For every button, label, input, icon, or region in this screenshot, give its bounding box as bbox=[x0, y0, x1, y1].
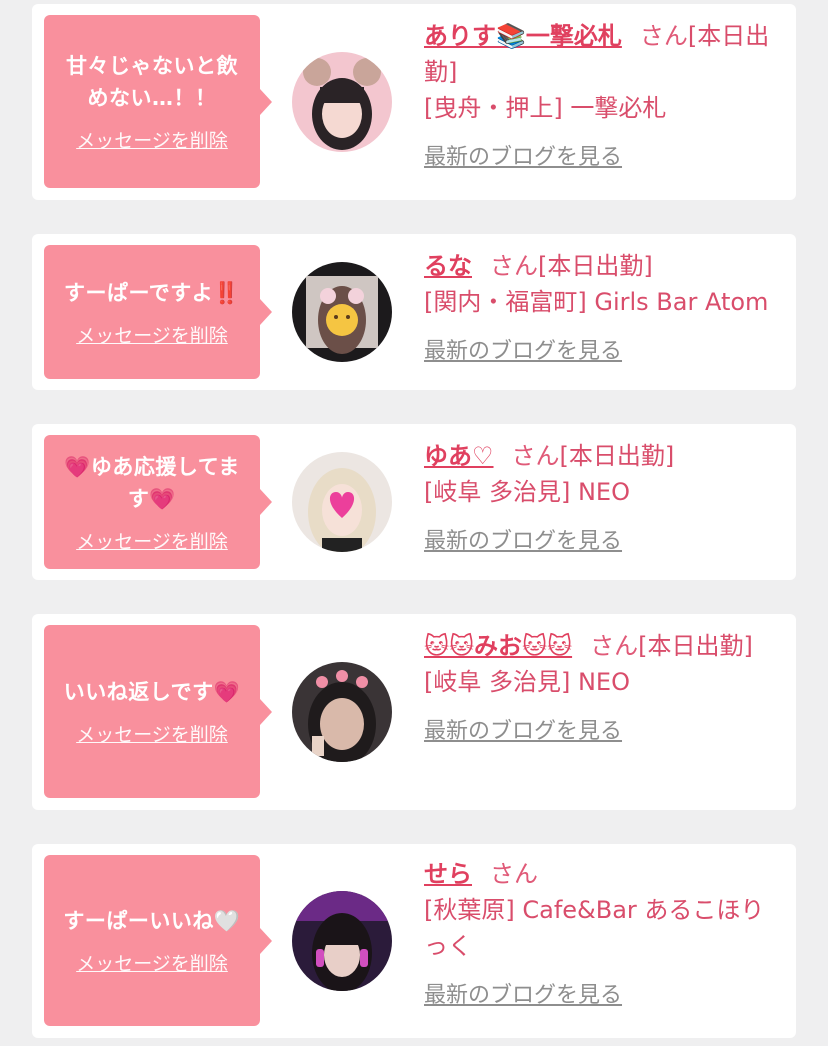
shop-location: [曳舟・押上] 一撃必札 bbox=[424, 94, 667, 122]
delete-message-link[interactable]: メッセージを削除 bbox=[76, 321, 228, 348]
honorific: さん bbox=[490, 252, 538, 280]
honorific: さん bbox=[639, 22, 688, 50]
latest-blog-link[interactable]: 最新のブログを見る bbox=[424, 714, 779, 750]
delete-message-link[interactable]: メッセージを削除 bbox=[76, 949, 228, 976]
honorific: さん bbox=[490, 860, 538, 888]
profile-info: ゆあ♡ さん[本日出勤] [岐阜 多治見] NEO 最新のブログを見る bbox=[424, 438, 779, 560]
shop-location: [岐阜 多治見] NEO bbox=[424, 478, 630, 506]
latest-blog-link[interactable]: 最新のブログを見る bbox=[424, 524, 779, 560]
message-card: 💗ゆあ応援してます💗 メッセージを削除 ゆあ♡ さん[本日出勤] [岐阜 多治見]… bbox=[32, 424, 796, 580]
attendance-status: [本日出勤] bbox=[538, 252, 653, 280]
attendance-status: [本日出勤] bbox=[638, 632, 753, 660]
profile-name-link[interactable]: るな bbox=[424, 252, 472, 280]
profile-name-link[interactable]: 🐱🐱みお🐱🐱 bbox=[424, 632, 572, 660]
profile-name-link[interactable]: ありす📚一撃必札 bbox=[424, 22, 622, 50]
message-text: すーぱーですよ‼️ bbox=[64, 280, 240, 305]
message-card: すーぱーいいね🤍 メッセージを削除 せら さん [秋葉原] Cafe&Bar ある… bbox=[32, 844, 796, 1038]
message-text: すーぱーいいね🤍 bbox=[63, 909, 241, 933]
attendance-status: [本日出勤] bbox=[559, 442, 675, 470]
latest-blog-link[interactable]: 最新のブログを見る bbox=[424, 334, 779, 370]
latest-blog-link[interactable]: 最新のブログを見る bbox=[424, 140, 779, 176]
message-card: 甘々じゃないと飲めない…！！ メッセージを削除 ありす📚一撃必札 さん[本日出勤]… bbox=[32, 4, 796, 200]
profile-info: 🐱🐱みお🐱🐱 さん[本日出勤] [岐阜 多治見] NEO 最新のブログを見る bbox=[424, 628, 779, 750]
profile-info: るな さん[本日出勤] [関内・福富町] Girls Bar Atom 最新のブロ… bbox=[424, 248, 779, 370]
shop-location: [関内・福富町] Girls Bar Atom bbox=[424, 288, 769, 316]
avatar[interactable] bbox=[292, 662, 392, 762]
avatar[interactable] bbox=[292, 452, 392, 552]
honorific: さん bbox=[511, 442, 560, 470]
latest-blog-link[interactable]: 最新のブログを見る bbox=[424, 978, 779, 1014]
message-bubble: すーぱーいいね🤍 メッセージを削除 bbox=[44, 855, 272, 1026]
avatar[interactable] bbox=[292, 891, 392, 991]
delete-message-link[interactable]: メッセージを削除 bbox=[76, 527, 228, 554]
message-text: 甘々じゃないと飲めない…！！ bbox=[66, 54, 238, 110]
honorific: さん bbox=[590, 632, 639, 660]
avatar[interactable] bbox=[292, 52, 392, 152]
message-text: 💗ゆあ応援してます💗 bbox=[64, 454, 240, 511]
message-bubble: すーぱーですよ‼️ メッセージを削除 bbox=[44, 245, 272, 379]
profile-info: せら さん [秋葉原] Cafe&Bar あるこほりっく 最新のブログを見る bbox=[424, 856, 779, 1014]
profile-name-link[interactable]: ゆあ♡ bbox=[424, 442, 494, 470]
message-bubble: 甘々じゃないと飲めない…！！ メッセージを削除 bbox=[44, 15, 272, 188]
message-text: いいね返しです💗 bbox=[63, 680, 241, 704]
shop-location: [岐阜 多治見] NEO bbox=[424, 668, 630, 696]
delete-message-link[interactable]: メッセージを削除 bbox=[76, 720, 228, 747]
message-card: すーぱーですよ‼️ メッセージを削除 るな さん[本日出勤] [関内・福富町] G… bbox=[32, 234, 796, 390]
shop-location: [秋葉原] Cafe&Bar あるこほりっく bbox=[424, 896, 765, 960]
avatar[interactable] bbox=[292, 262, 392, 362]
profile-name-link[interactable]: せら bbox=[424, 860, 472, 888]
message-bubble: いいね返しです💗 メッセージを削除 bbox=[44, 625, 272, 798]
profile-info: ありす📚一撃必札 さん[本日出勤] [曳舟・押上] 一撃必札 最新のブログを見る bbox=[424, 18, 779, 176]
delete-message-link[interactable]: メッセージを削除 bbox=[76, 126, 228, 153]
message-card: いいね返しです💗 メッセージを削除 🐱🐱みお🐱🐱 さん[本日出勤] [岐阜 多治見… bbox=[32, 614, 796, 810]
message-bubble: 💗ゆあ応援してます💗 メッセージを削除 bbox=[44, 435, 272, 569]
